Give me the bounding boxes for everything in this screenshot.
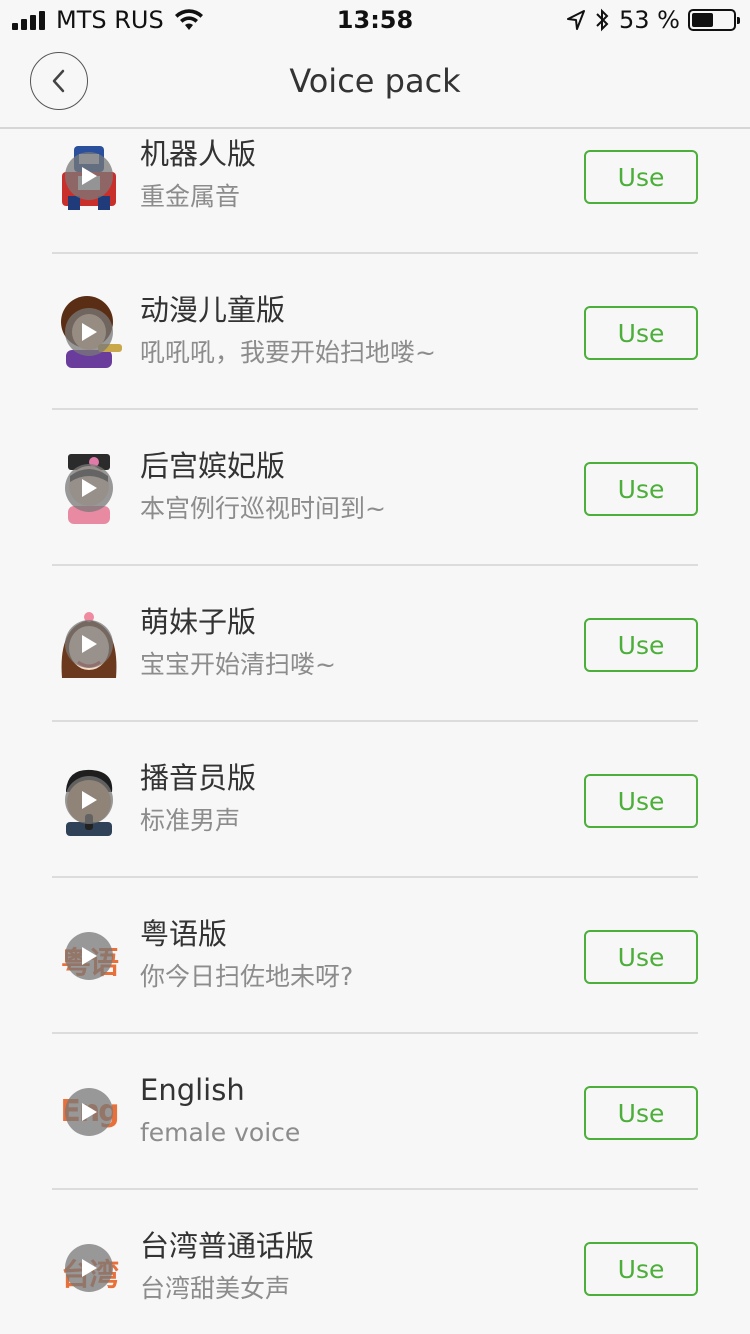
use-button[interactable]: Use <box>584 150 698 204</box>
list-item: 机器人版 重金属音 Use <box>52 131 698 254</box>
play-icon <box>65 1244 113 1292</box>
voice-pack-title: 后宫嫔妃版 <box>140 449 286 483</box>
voice-pack-title: 播音员版 <box>140 761 257 795</box>
voice-pack-title: English <box>140 1073 245 1107</box>
play-icon <box>65 152 113 200</box>
kid-avatar-icon[interactable] <box>54 296 124 368</box>
navigation-bar: Voice pack <box>0 40 750 129</box>
list-item: 动漫儿童版 吼吼吼，我要开始扫地喽~ Use <box>52 254 698 410</box>
battery-fill <box>692 13 714 27</box>
voice-pack-subtitle: 本宫例行巡视时间到~ <box>140 494 386 523</box>
location-arrow-icon <box>567 10 586 30</box>
page-title: Voice pack <box>289 62 461 100</box>
voice-pack-list[interactable]: 机器人版 重金属音 Use 动漫儿童版 吼吼吼，我要开始扫地喽~ Use 后宫嫔… <box>0 131 750 1334</box>
announcer-avatar-icon[interactable] <box>54 764 124 836</box>
concubine-avatar-icon[interactable] <box>54 452 124 524</box>
cantonese-icon[interactable]: 粤语 <box>54 920 124 992</box>
english-icon[interactable]: Eng <box>54 1076 124 1148</box>
play-icon <box>65 464 113 512</box>
robot-avatar-icon[interactable] <box>54 140 124 212</box>
voice-pack-title: 台湾普通话版 <box>140 1229 315 1263</box>
voice-pack-title: 萌妹子版 <box>140 605 257 639</box>
play-icon <box>65 776 113 824</box>
use-button[interactable]: Use <box>584 306 698 360</box>
list-item: 播音员版 标准男声 Use <box>52 722 698 878</box>
use-button[interactable]: Use <box>584 1242 698 1296</box>
use-button[interactable]: Use <box>584 1086 698 1140</box>
play-icon <box>65 1088 113 1136</box>
voice-pack-subtitle: 重金属音 <box>140 182 241 211</box>
play-icon <box>65 308 113 356</box>
voice-pack-subtitle: 你今日扫佐地未呀? <box>140 962 354 991</box>
bluetooth-icon <box>596 8 609 32</box>
voice-pack-subtitle: 标准男声 <box>140 806 241 835</box>
cute-girl-avatar-icon[interactable] <box>54 608 124 680</box>
list-item: 粤语 粤语版 你今日扫佐地未呀? Use <box>52 878 698 1034</box>
play-icon <box>65 932 113 980</box>
use-button[interactable]: Use <box>584 618 698 672</box>
battery-icon <box>688 9 740 31</box>
list-item: 后宫嫔妃版 本宫例行巡视时间到~ Use <box>52 410 698 566</box>
voice-pack-subtitle: 吼吼吼，我要开始扫地喽~ <box>140 338 436 367</box>
list-item: 台湾 台湾普通话版 台湾甜美女声 Use <box>52 1190 698 1334</box>
status-bar: MTS RUS 13:58 53 % <box>0 0 750 40</box>
list-item: 萌妹子版 宝宝开始清扫喽~ Use <box>52 566 698 722</box>
voice-pack-title: 粤语版 <box>140 917 228 951</box>
voice-pack-subtitle: 台湾甜美女声 <box>140 1274 291 1303</box>
voice-pack-subtitle: 宝宝开始清扫喽~ <box>140 650 336 679</box>
voice-pack-title: 动漫儿童版 <box>140 293 286 327</box>
voice-pack-subtitle: female voice <box>140 1118 301 1147</box>
use-button[interactable]: Use <box>584 930 698 984</box>
use-button[interactable]: Use <box>584 774 698 828</box>
voice-pack-title: 机器人版 <box>140 137 257 171</box>
battery-percent: 53 % <box>619 6 680 34</box>
list-item: Eng English female voice Use <box>52 1034 698 1190</box>
use-button[interactable]: Use <box>584 462 698 516</box>
taiwan-icon[interactable]: 台湾 <box>54 1232 124 1304</box>
play-icon <box>65 620 113 668</box>
